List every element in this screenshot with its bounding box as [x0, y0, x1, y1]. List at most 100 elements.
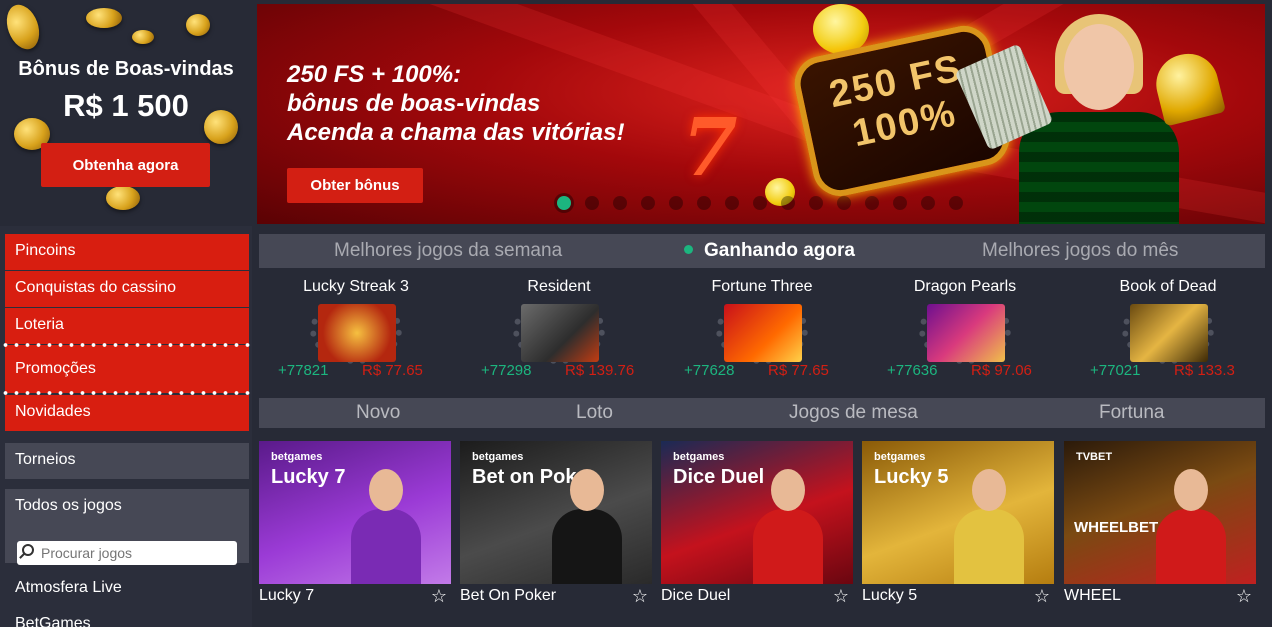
coin-icon: [86, 8, 122, 28]
lights-decoration: [0, 343, 254, 347]
winner-game-name: Fortune Three: [711, 278, 813, 295]
provider-logo: betgames: [874, 451, 926, 463]
game-thumbnail[interactable]: betgames Lucky 5: [862, 441, 1054, 584]
game-card[interactable]: betgames Dice Duel Dice Duel ☆: [661, 441, 853, 627]
game-thumbnail[interactable]: [318, 304, 396, 362]
game-card[interactable]: betgames Lucky 7 Lucky 7 ☆: [259, 441, 451, 627]
sidebar-item-label: Promoções: [15, 360, 96, 377]
carousel-dot[interactable]: [893, 196, 907, 210]
coin-icon: [106, 186, 140, 210]
sidebar-item-atmosfera-live[interactable]: Atmosfera Live: [15, 579, 122, 597]
provider-logo: betgames: [472, 451, 524, 463]
game-thumbnail[interactable]: betgames Dice Duel: [661, 441, 853, 584]
carousel-dot[interactable]: [753, 196, 767, 210]
provider-logo: TVBET: [1076, 451, 1113, 463]
winner-count: +77821: [278, 362, 329, 379]
favorite-star-icon[interactable]: ☆: [1034, 586, 1050, 607]
search-icon: [22, 544, 34, 556]
sidebar-item-pincoins[interactable]: Pincoins: [5, 234, 249, 270]
game-art-title: Dice Duel: [673, 466, 765, 488]
carousel-dot[interactable]: [557, 196, 571, 210]
winner-game-name: Lucky Streak 3: [303, 278, 409, 295]
carousel-dot[interactable]: [921, 196, 935, 210]
winners-tabbar: Melhores jogos da semana Ganhando agora …: [259, 234, 1265, 268]
game-name: Lucky 7: [259, 587, 315, 604]
game-thumbnail[interactable]: TVBET WHEELBET: [1064, 441, 1256, 584]
sidebar-menu: Pincoins Conquistas do cassino Loteria P…: [0, 234, 254, 564]
category-table-games[interactable]: Jogos de mesa: [789, 398, 918, 428]
search-input[interactable]: [17, 541, 237, 565]
winner-item[interactable]: Dragon Pearls +77636 R$ 97.06: [865, 276, 1065, 386]
promo-model-image: [954, 14, 1179, 224]
game-art-title: Lucky 5: [874, 466, 949, 488]
game-name: Dice Duel: [661, 587, 731, 604]
banner-line-1: 250 FS + 100%:: [287, 61, 462, 88]
tab-week-best[interactable]: Melhores jogos da semana: [334, 234, 562, 268]
carousel-dot[interactable]: [613, 196, 627, 210]
favorite-star-icon[interactable]: ☆: [1236, 586, 1252, 607]
game-thumbnail[interactable]: [927, 304, 1005, 362]
winner-game-name: Book of Dead: [1119, 278, 1217, 295]
carousel-dot[interactable]: [781, 196, 795, 210]
coin-icon: [1, 0, 45, 54]
game-thumbnail[interactable]: [521, 304, 599, 362]
category-fortune[interactable]: Fortuna: [1099, 398, 1164, 428]
winner-item[interactable]: Fortune Three +77628 R$ 77.65: [662, 276, 862, 386]
game-thumbnail[interactable]: betgames Lucky 7: [259, 441, 451, 584]
game-card[interactable]: betgames Lucky 5 Lucky 5 ☆: [862, 441, 1054, 627]
game-thumbnail[interactable]: [1130, 304, 1208, 362]
tab-label: Ganhando agora: [704, 240, 855, 261]
carousel-dot[interactable]: [837, 196, 851, 210]
category-bar: Novo Loto Jogos de mesa Fortuna: [259, 398, 1265, 428]
category-new[interactable]: Novo: [356, 398, 400, 428]
promo-banner[interactable]: 250 FS + 100%: bônus de boas-vindas Acen…: [257, 4, 1265, 224]
dealer-image: [351, 469, 421, 584]
provider-logo: betgames: [673, 451, 725, 463]
sidebar-item-tournaments[interactable]: Torneios: [5, 443, 249, 479]
carousel-dot[interactable]: [725, 196, 739, 210]
favorite-star-icon[interactable]: ☆: [431, 586, 447, 607]
claim-bonus-button[interactable]: Obter bônus: [287, 168, 423, 203]
get-bonus-button[interactable]: Obtenha agora: [41, 143, 210, 187]
dealer-face-shape: [972, 469, 1006, 511]
game-thumbnail[interactable]: [724, 304, 802, 362]
sidebar-item-promotions[interactable]: Promoções: [0, 343, 254, 395]
winner-count: +77298: [481, 362, 532, 379]
game-card[interactable]: TVBET WHEELBET WHEEL ☆: [1064, 441, 1256, 627]
carousel-dots: [557, 196, 977, 215]
carousel-dot[interactable]: [641, 196, 655, 210]
carousel-dot[interactable]: [949, 196, 963, 210]
dealer-body-shape: [351, 509, 421, 584]
winner-item[interactable]: Lucky Streak 3 +77821 R$ 77.65: [256, 276, 456, 386]
favorite-star-icon[interactable]: ☆: [632, 586, 648, 607]
carousel-dot[interactable]: [697, 196, 711, 210]
shirt-shape: [1019, 112, 1179, 224]
carousel-dot[interactable]: [809, 196, 823, 210]
category-loto[interactable]: Loto: [576, 398, 613, 428]
banner-line-3: Acenda a chama das vitórias!: [287, 119, 625, 146]
game-name: WHEEL: [1064, 587, 1121, 604]
sidebar-item-achievements[interactable]: Conquistas do cassino: [5, 271, 249, 307]
favorite-star-icon[interactable]: ☆: [833, 586, 849, 607]
carousel-dot[interactable]: [585, 196, 599, 210]
game-card[interactable]: betgames Bet on Poker Bet On Poker ☆: [460, 441, 652, 627]
dealer-image: [552, 469, 622, 584]
live-dot-icon: [684, 245, 693, 254]
tab-winning-now[interactable]: Ganhando agora: [684, 234, 855, 268]
tab-month-best[interactable]: Melhores jogos do mês: [982, 234, 1178, 268]
lucky-seven-icon: 7: [682, 100, 738, 194]
carousel-dot[interactable]: [669, 196, 683, 210]
winner-item[interactable]: Resident +77298 R$ 139.76: [459, 276, 659, 386]
banner-line-2: bônus de boas-vindas: [287, 90, 541, 117]
sidebar-item-lottery[interactable]: Loteria: [5, 308, 249, 344]
winner-item[interactable]: Book of Dead +77021 R$ 133.3: [1068, 276, 1268, 386]
welcome-bonus-panel: Bônus de Boas-vindas R$ 1 500 Obtenha ag…: [0, 0, 252, 226]
dealer-body-shape: [552, 509, 622, 584]
game-name: Lucky 5: [862, 587, 918, 604]
sidebar-item-betgames[interactable]: BetGames: [15, 615, 91, 627]
sidebar-item-news[interactable]: Novidades: [5, 395, 249, 431]
winner-game-name: Resident: [527, 278, 591, 295]
sidebar: Bônus de Boas-vindas R$ 1 500 Obtenha ag…: [0, 0, 254, 627]
game-thumbnail[interactable]: betgames Bet on Poker: [460, 441, 652, 584]
carousel-dot[interactable]: [865, 196, 879, 210]
